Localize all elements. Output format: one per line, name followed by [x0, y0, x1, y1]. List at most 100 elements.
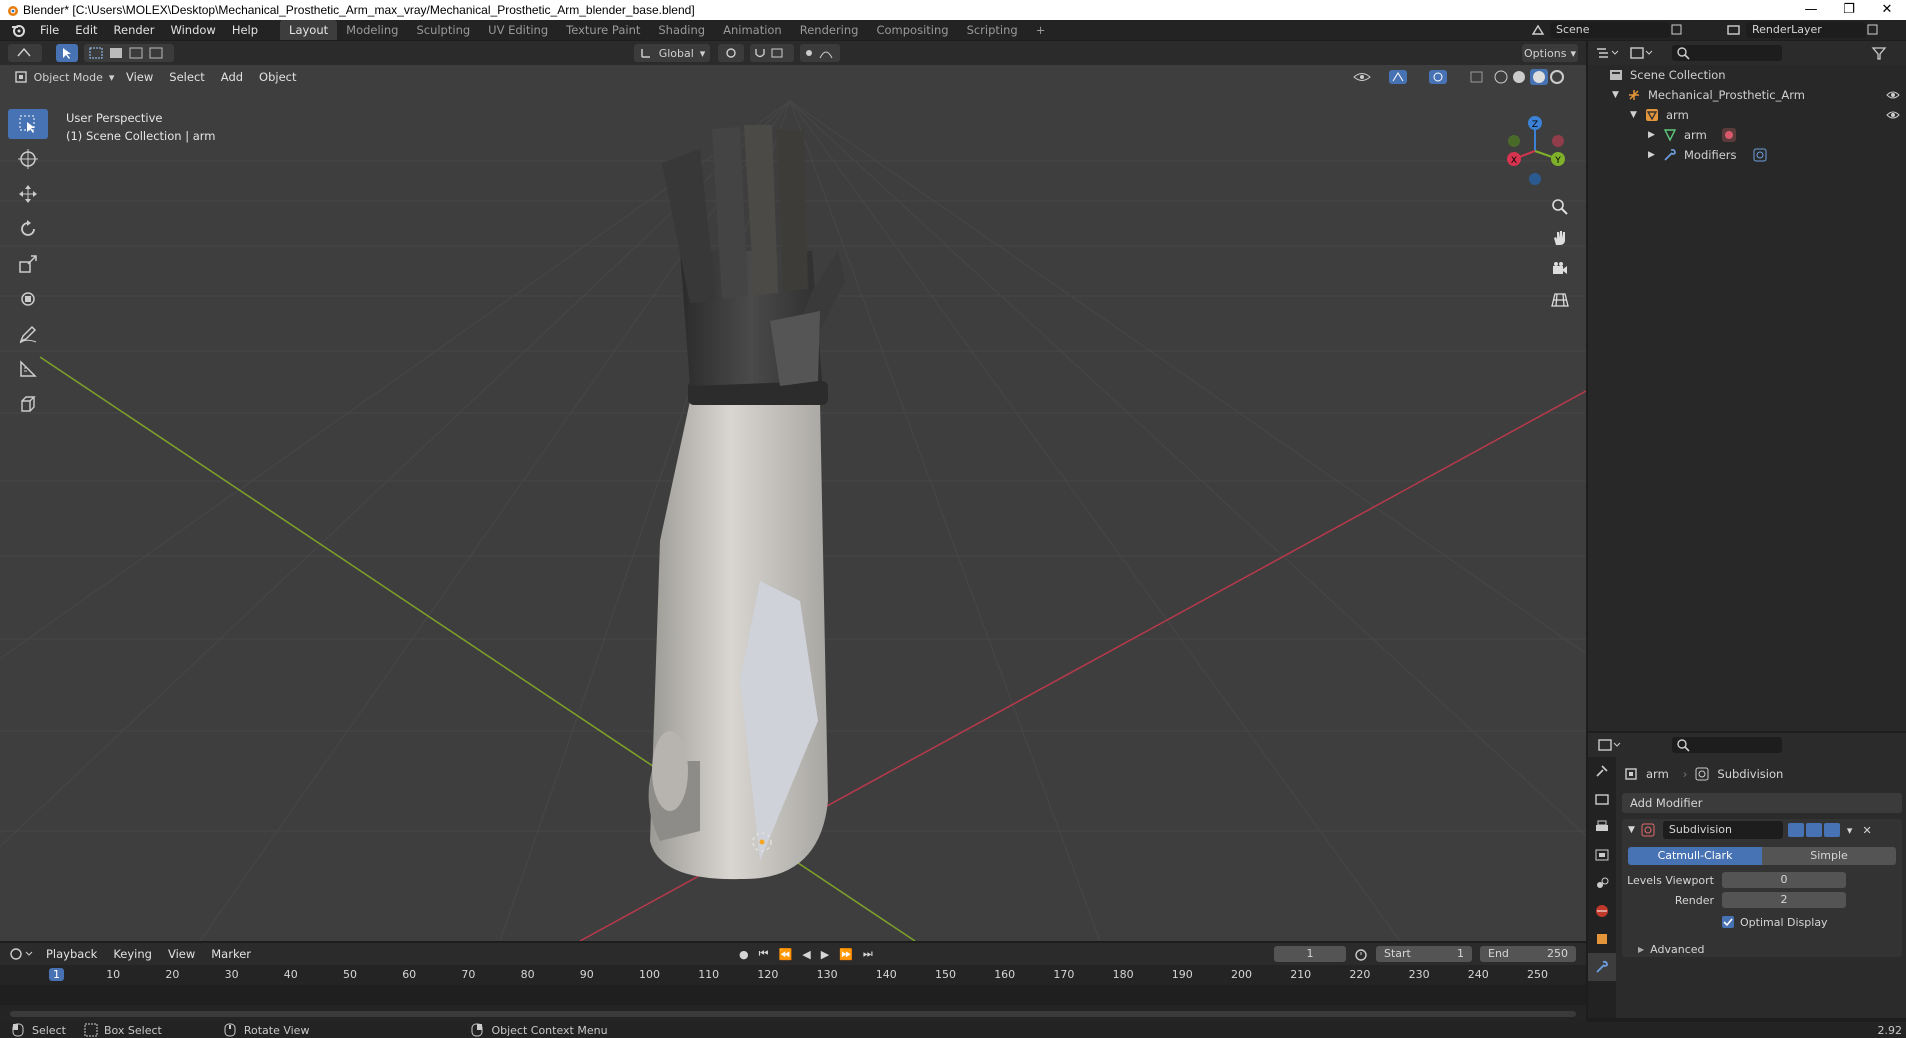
display-mode-icon[interactable]: [1628, 45, 1658, 61]
jump-start-button[interactable]: ⏮: [759, 947, 769, 961]
outliner-editor-icon[interactable]: [1594, 45, 1624, 61]
stopwatch-icon[interactable]: [1354, 947, 1368, 961]
record-button[interactable]: ●: [739, 948, 749, 961]
outliner-row[interactable]: ▶ Modifiers: [1588, 145, 1906, 165]
measure-tool[interactable]: [8, 354, 48, 384]
jump-end-button[interactable]: ⏭: [863, 947, 873, 961]
viewport-menu-object[interactable]: Object: [251, 67, 304, 87]
timeline-editor-icon[interactable]: [8, 946, 38, 962]
camera-view-button[interactable]: [1546, 255, 1574, 283]
visibility-toggle-icon[interactable]: [1352, 69, 1382, 85]
tab-compositing[interactable]: Compositing: [867, 20, 957, 40]
end-frame-field[interactable]: End 250: [1480, 946, 1576, 962]
tab-shading[interactable]: Shading: [649, 20, 714, 40]
select-tool-button[interactable]: [56, 44, 78, 62]
collapse-arrow-icon[interactable]: ▼: [1628, 825, 1635, 835]
play-button[interactable]: ▶: [821, 948, 829, 961]
tab-sculpting[interactable]: Sculpting: [407, 20, 479, 40]
render-layer-selector[interactable]: RenderLayer: [1726, 22, 1906, 38]
filter-icon[interactable]: [1870, 45, 1900, 61]
editor-type-menu[interactable]: [8, 44, 42, 62]
prev-keyframe-button[interactable]: ⏪: [779, 948, 793, 961]
add-modifier-dropdown[interactable]: Add Modifier: [1622, 793, 1902, 813]
eye-visibility-icon[interactable]: [1886, 108, 1900, 122]
tool-tab[interactable]: [1588, 757, 1616, 785]
prosthetic-arm-model[interactable]: [648, 125, 845, 880]
menu-file[interactable]: File: [32, 20, 67, 40]
pivot-point-button[interactable]: [718, 44, 744, 62]
outliner-scene-collection[interactable]: Scene Collection: [1588, 65, 1906, 85]
snap-button[interactable]: [750, 44, 794, 62]
render-levels-field[interactable]: 2: [1722, 892, 1846, 908]
annotate-tool[interactable]: [8, 319, 48, 349]
timeline-menu-view[interactable]: View: [160, 944, 203, 964]
scene-name[interactable]: Scene: [1550, 22, 1670, 38]
tab-modeling[interactable]: Modeling: [337, 20, 407, 40]
tab-texture-paint[interactable]: Texture Paint: [557, 20, 649, 40]
viewport-scene[interactable]: [0, 41, 1586, 941]
overlays-toggle-icon[interactable]: [1428, 69, 1462, 85]
3d-viewport[interactable]: Global ▾ Options ▾ Object Mode ▾ View Se…: [0, 41, 1586, 941]
move-tool[interactable]: [8, 179, 48, 209]
close-button[interactable]: ✕: [1868, 0, 1906, 20]
maximize-button[interactable]: ❐: [1830, 0, 1868, 20]
outliner-row[interactable]: ▼ arm: [1588, 105, 1906, 125]
modifier-tab[interactable]: [1588, 953, 1616, 981]
optimal-display-checkbox[interactable]: [1722, 916, 1734, 928]
mode-dropdown[interactable]: Object Mode ▾: [10, 68, 118, 86]
catmull-clark-option[interactable]: Catmull-Clark: [1628, 847, 1762, 865]
menu-window[interactable]: Window: [162, 20, 223, 40]
menu-render[interactable]: Render: [106, 20, 163, 40]
timeline-ruler[interactable]: 1 10 20 30 40 50 60 70 80 90 100 110 120 130 140 150 160…: [0, 965, 1586, 985]
timeline-menu-playback[interactable]: Playback: [38, 944, 105, 964]
add-workspace-button[interactable]: +: [1027, 20, 1055, 40]
perspective-toggle-button[interactable]: [1546, 286, 1574, 314]
scale-tool[interactable]: [8, 249, 48, 279]
viewport-menu-select[interactable]: Select: [161, 67, 212, 87]
zoom-button[interactable]: [1546, 193, 1574, 221]
chevron-down-icon[interactable]: ▾: [1847, 824, 1853, 837]
menu-help[interactable]: Help: [224, 20, 266, 40]
world-tab[interactable]: [1588, 897, 1616, 925]
expand-arrow-icon[interactable]: ▶: [1648, 130, 1662, 140]
remove-modifier-icon[interactable]: ✕: [1862, 824, 1871, 837]
shading-mode-icons[interactable]: [1492, 69, 1576, 85]
navigation-gizmo[interactable]: Z Y X: [1500, 111, 1570, 191]
blender-menu-icon[interactable]: [10, 22, 26, 38]
transform-orientation-dropdown[interactable]: Global ▾: [634, 44, 710, 62]
tab-rendering[interactable]: Rendering: [791, 20, 868, 40]
viewport-menu-view[interactable]: View: [118, 67, 161, 87]
tab-layout[interactable]: Layout: [280, 20, 338, 40]
new-scene-icon[interactable]: [1670, 23, 1684, 37]
xray-toggle-icon[interactable]: [1468, 69, 1486, 85]
advanced-subpanel[interactable]: ▶ Advanced: [1638, 941, 1902, 957]
select-box-tool[interactable]: [8, 109, 48, 139]
timeline-track-area[interactable]: [0, 985, 1586, 1005]
render-layer-name[interactable]: RenderLayer: [1746, 22, 1866, 38]
options-dropdown[interactable]: Options ▾: [1522, 44, 1578, 62]
play-reverse-button[interactable]: ◀: [802, 948, 810, 961]
start-frame-field[interactable]: Start 1: [1376, 946, 1472, 962]
tab-scripting[interactable]: Scripting: [958, 20, 1027, 40]
pan-button[interactable]: [1546, 224, 1574, 252]
view-layer-tab[interactable]: [1588, 841, 1616, 869]
timeline-menu-keying[interactable]: Keying: [105, 944, 160, 964]
modifier-visibility-toggles[interactable]: [1787, 822, 1841, 838]
timeline-menu-marker[interactable]: Marker: [203, 944, 259, 964]
next-keyframe-button[interactable]: ⏩: [839, 948, 853, 961]
output-tab[interactable]: [1588, 813, 1616, 841]
scene-selector[interactable]: Scene: [1530, 22, 1700, 38]
outliner-row[interactable]: ▶ arm: [1588, 125, 1906, 145]
simple-option[interactable]: Simple: [1762, 847, 1896, 865]
viewport-menu-add[interactable]: Add: [213, 67, 251, 87]
selection-mode-buttons[interactable]: [84, 44, 174, 62]
levels-viewport-field[interactable]: 0: [1722, 872, 1846, 888]
outliner-search-input[interactable]: [1672, 45, 1782, 61]
cursor-tool[interactable]: [8, 144, 48, 174]
add-cube-tool[interactable]: [8, 389, 48, 419]
gizmo-toggle-icon[interactable]: [1388, 69, 1422, 85]
rotate-tool[interactable]: [8, 214, 48, 244]
scene-tab[interactable]: [1588, 869, 1616, 897]
tab-uv-editing[interactable]: UV Editing: [479, 20, 557, 40]
timeline-scrollbar[interactable]: [10, 1011, 1576, 1017]
